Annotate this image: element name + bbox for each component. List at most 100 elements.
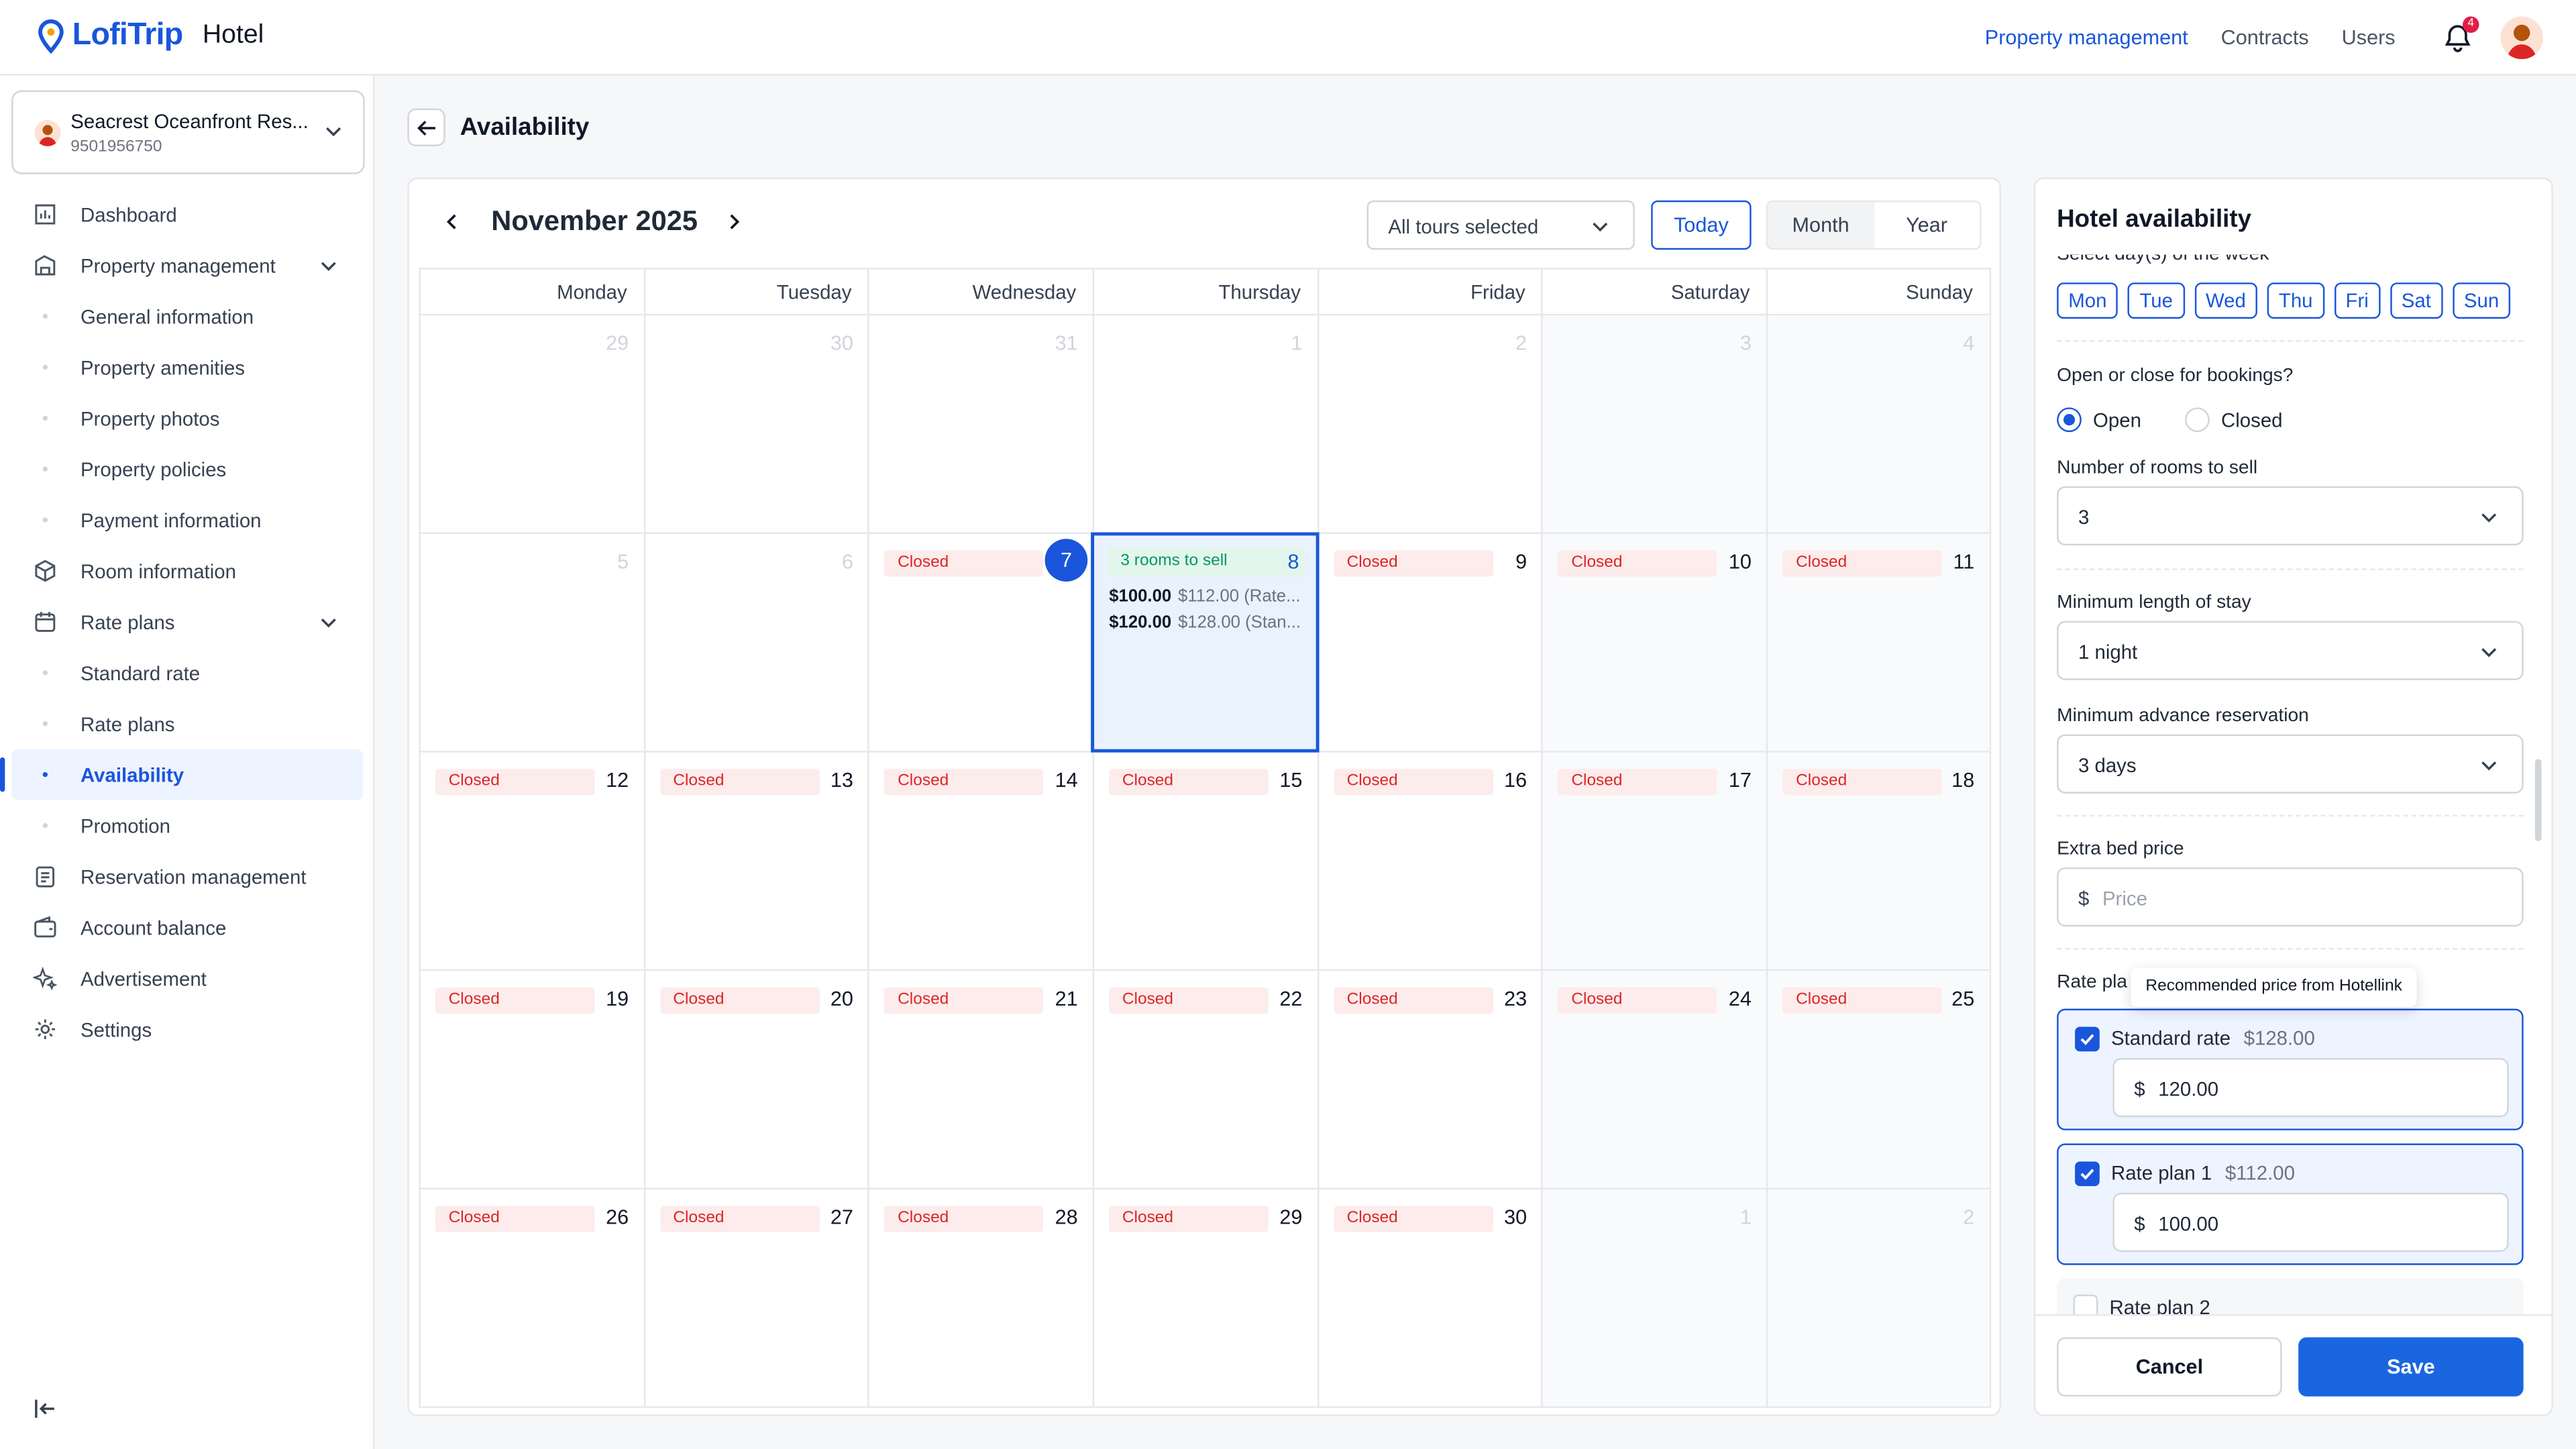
extra-bed-input[interactable]: $ Price [2057,867,2524,927]
currency-symbol: $ [2134,1077,2145,1101]
sidebar-item-settings[interactable]: Settings [0,1004,374,1055]
sidebar-item-rate-plans[interactable]: Rate plans [0,596,374,647]
weekday-chip-sun[interactable]: Sun [2452,282,2511,319]
weekday-chip-mon[interactable]: Mon [2057,282,2118,319]
property-selector[interactable]: Seacrest Oceanfront Res... 9501956750 [11,90,365,174]
cancel-button[interactable]: Cancel [2057,1337,2282,1397]
calendar-day-cell[interactable]: 1 [1092,315,1318,533]
calendar-day-cell[interactable]: 2 [1317,315,1542,533]
radio-closed[interactable]: Closed [2185,407,2283,433]
closed-badge: Closed [659,1205,820,1232]
min-advance-select[interactable]: 3 days [2057,734,2524,794]
sidebar-item-standard-rate[interactable]: Standard rate [0,647,374,698]
calendar-day-cell[interactable]: Closed 29 [1092,1189,1318,1407]
weekday-chip-fri[interactable]: Fri [2334,282,2380,319]
sidebar-item-advertisement[interactable]: Advertisement [0,953,374,1004]
calendar-day-cell[interactable]: Closed 23 [1317,971,1542,1188]
sidebar-item-property-amenities[interactable]: Property amenities [0,341,374,392]
sidebar-item-property-policies[interactable]: Property policies [0,443,374,494]
sidebar-item-rate-plans[interactable]: Rate plans [0,698,374,749]
sidebar-item-property-photos[interactable]: Property photos [0,392,374,443]
calendar-day-cell[interactable]: Closed 30 [1317,1189,1542,1407]
back-button[interactable] [407,108,445,146]
day-number: 1 [1291,331,1303,355]
notification-button[interactable]: 4 [2441,16,2479,54]
weekday-chip-wed[interactable]: Wed [2194,282,2258,319]
collapse-sidebar-icon[interactable] [33,1397,58,1421]
calendar-day-cell[interactable]: 6 [643,533,868,751]
nav-contracts[interactable]: Contracts [2221,26,2309,49]
calendar-day-cell[interactable]: Closed 26 [419,1189,643,1407]
user-avatar[interactable] [2500,16,2544,60]
calendar-day-cell[interactable]: 2 [1766,1189,1991,1407]
min-stay-select[interactable]: 1 night [2057,621,2524,680]
sidebar-item-reservation-management[interactable]: Reservation management [0,851,374,902]
bullet-dot [42,772,48,777]
weekday-chip-thu[interactable]: Thu [2267,282,2324,319]
sidebar-item-label: Rate plans [80,610,175,634]
rate-standard-checkbox[interactable] [2075,1026,2100,1052]
day-number: 30 [830,331,853,355]
calendar-day-cell[interactable]: Closed 7 [867,533,1093,751]
today-button[interactable]: Today [1651,200,1752,250]
sidebar-item-promotion[interactable]: Promotion [0,800,374,851]
weekday-chip-sat[interactable]: Sat [2390,282,2443,319]
calendar-day-cell[interactable]: Closed 20 [643,971,868,1188]
rate-plan-1-input[interactable]: $100.00 [2112,1192,2509,1252]
panel-scrollbar[interactable] [2534,759,2542,841]
sidebar-item-property-management[interactable]: Property management [0,240,374,291]
calendar-day-cell[interactable]: Closed 24 [1542,971,1766,1188]
nav-users[interactable]: Users [2342,26,2396,49]
rate-plan-1-checkbox[interactable] [2075,1161,2100,1187]
calendar-day-cell[interactable]: Closed 14 [867,752,1093,969]
rate-plan-2-checkbox[interactable] [2073,1294,2098,1315]
day-of-week-label: Wednesday [867,269,1093,314]
day-of-week-label: Friday [1317,269,1542,314]
calendar-day-cell[interactable]: Closed 22 [1092,971,1318,1188]
calendar-day-cell[interactable]: Closed 27 [643,1189,868,1407]
view-month-button[interactable]: Month [1768,202,1874,248]
calendar-day-cell[interactable]: 5 [419,533,643,751]
calendar-day-cell[interactable]: 3 [1542,315,1766,533]
sidebar-item-general-information[interactable]: General information [0,290,374,341]
calendar-day-cell[interactable]: Closed 13 [643,752,868,969]
sidebar-item-room-information[interactable]: Room information [0,545,374,596]
radio-open[interactable]: Open [2057,407,2141,433]
calendar-day-cell[interactable]: 29 [419,315,643,533]
chevron-right-icon[interactable] [724,212,743,231]
days-label: Select day(s) of the week [2057,254,2269,265]
calendar-day-cell[interactable]: Closed 19 [419,971,643,1188]
calendar-day-cell[interactable]: 4 [1766,315,1991,533]
panel-scroll-area[interactable]: Select day(s) of the week Mon Tue Wed Thu Fr… [2035,254,2551,1315]
sidebar-item-availability[interactable]: Availability [0,749,364,800]
calendar-day-cell[interactable]: 30 [643,315,868,533]
avatar-person-icon [2507,24,2537,60]
calendar-day-cell[interactable]: Closed 17 [1542,752,1766,969]
calendar-day-cell[interactable]: Closed 12 [419,752,643,969]
calendar-day-cell[interactable]: Closed 9 [1317,533,1542,751]
nav-property-management[interactable]: Property management [1985,26,2188,49]
calendar-day-cell[interactable]: Closed 16 [1317,752,1542,969]
calendar-day-cell[interactable]: Closed 15 [1092,752,1318,969]
rooms-select[interactable]: 3 [2057,486,2524,546]
calendar-day-cell[interactable]: Closed 25 [1766,971,1991,1188]
calendar-day-cell[interactable]: 1 [1542,1189,1766,1407]
save-button[interactable]: Save [2298,1337,2524,1397]
calendar-day-cell[interactable]: Closed 18 [1766,752,1991,969]
calendar-day-cell[interactable]: Closed 10 [1542,533,1766,751]
view-year-button[interactable]: Year [1874,202,1980,248]
calendar-day-cell[interactable]: Closed 11 [1766,533,1991,751]
radio-closed-label: Closed [2221,408,2283,431]
rate-standard-input[interactable]: $120.00 [2112,1058,2509,1118]
chevron-left-icon[interactable] [442,212,462,231]
calendar-day-cell[interactable]: 31 [867,315,1093,533]
calendar-day-cell[interactable]: Closed 28 [867,1189,1093,1407]
sidebar-item-account-balance[interactable]: Account balance [0,902,374,953]
logo[interactable]: LofiTrip Hotel [36,18,264,54]
calendar-day-cell[interactable]: 3 rooms to sell 8 $100.00 $112.00 (Rate... $… [1091,532,1319,753]
tour-select[interactable]: All tours selected [1366,200,1635,250]
weekday-chip-tue[interactable]: Tue [2128,282,2185,319]
sidebar-item-dashboard[interactable]: Dashboard [0,189,374,240]
calendar-day-cell[interactable]: Closed 21 [867,971,1093,1188]
sidebar-item-payment-information[interactable]: Payment information [0,494,374,545]
